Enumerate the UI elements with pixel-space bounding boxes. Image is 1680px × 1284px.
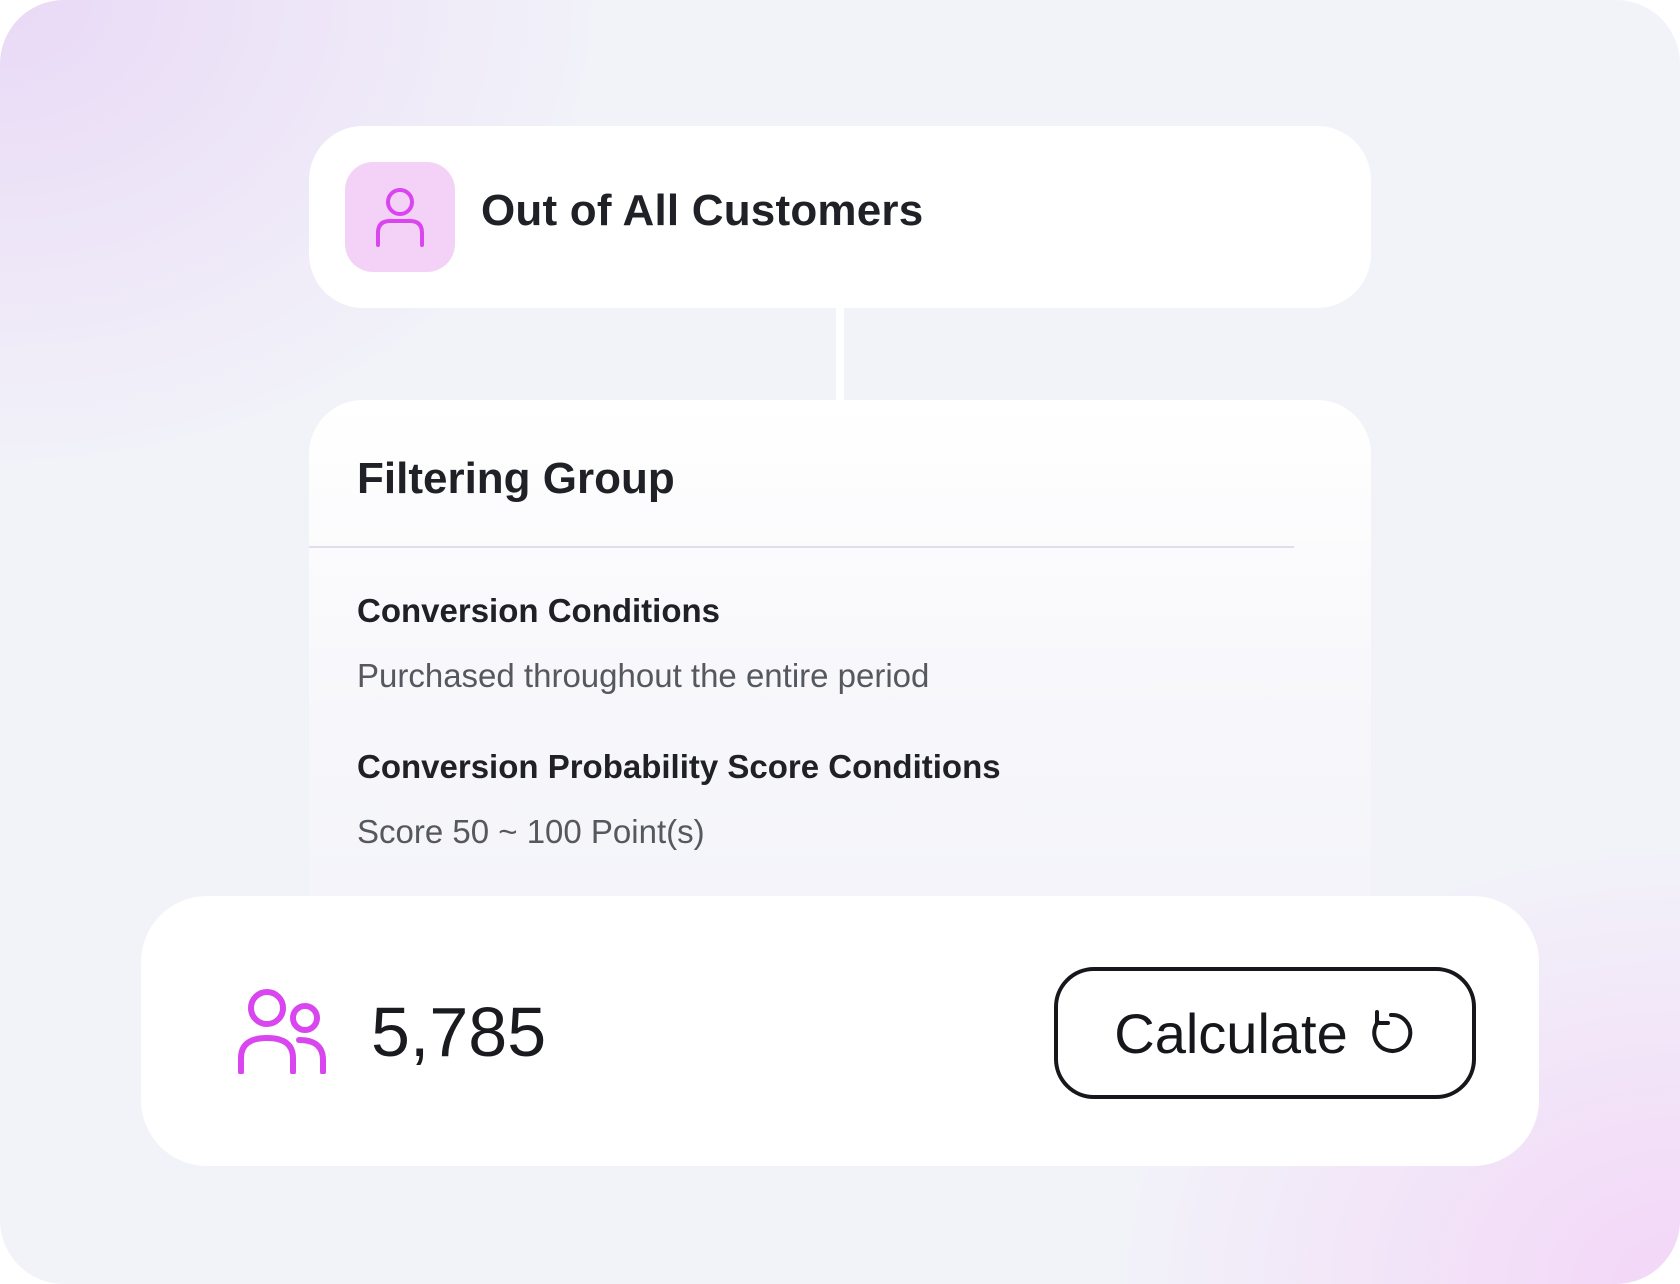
background-canvas: Out of All Customers Filtering Group Con… [0, 0, 1680, 1284]
result-card: 5,785 Calculate [141, 896, 1539, 1166]
source-card: Out of All Customers [309, 126, 1371, 308]
refresh-icon [1372, 1010, 1412, 1053]
condition-label: Conversion Conditions [357, 592, 720, 629]
condition-label: Conversion Probability Score Conditions [357, 748, 1001, 785]
calculate-button-label: Calculate [1114, 1001, 1348, 1065]
user-icon-container [345, 162, 455, 272]
user-icon [376, 188, 424, 247]
condition-value: Score 50 ~ 100 Point(s) [357, 813, 705, 850]
customer-count: 5,785 [371, 993, 547, 1071]
users-icon [238, 989, 326, 1074]
connector-line [836, 308, 844, 400]
condition-value: Purchased throughout the entire period [357, 657, 930, 694]
filtering-group-title: Filtering Group [357, 454, 675, 503]
source-card-title: Out of All Customers [481, 186, 924, 235]
filtering-group-card: Filtering Group Conversion Conditions Pu… [309, 400, 1371, 920]
divider [309, 546, 1294, 548]
calculate-button[interactable]: Calculate [1054, 967, 1476, 1099]
